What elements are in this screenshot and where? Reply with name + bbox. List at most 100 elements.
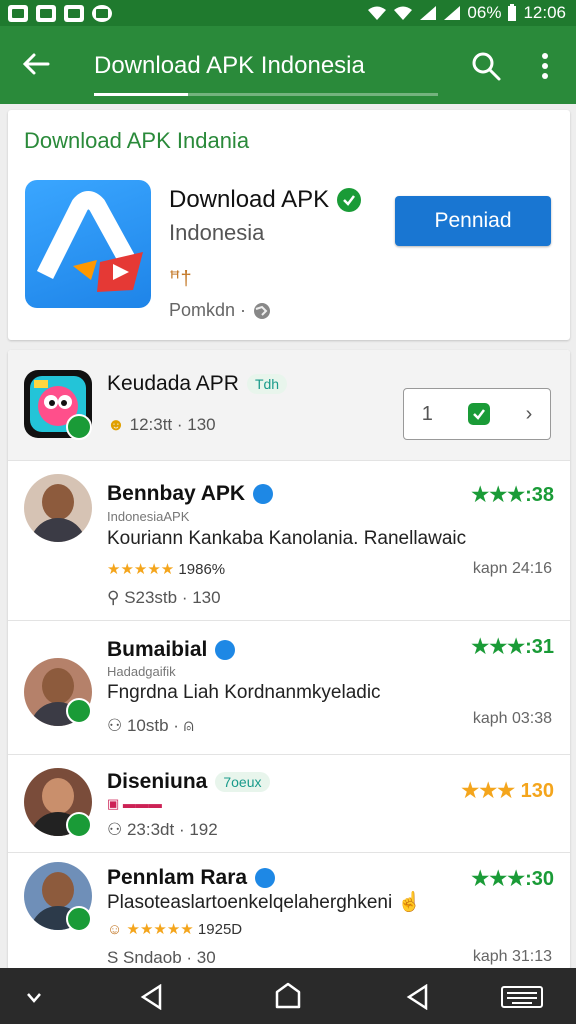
list-item[interactable]: Bennbay APK IndonesiaAPK Kouriann Kankab… [8,460,570,621]
install-button[interactable]: Penniad [395,196,551,246]
search-underline [94,93,438,96]
item-meta: ☻ 12:3tt · 130 [107,415,216,435]
item-side-meta: kaph 31:13 [472,948,552,965]
item-description: Kouriann Kankaba Kanolania. Ranellawaic [107,528,467,549]
item-meta-text: 10stb · [126,716,184,735]
signal-icon [444,6,461,20]
list-item[interactable]: Diseniuna 7oeux ▣ ▬▬▬ ⚇ 23:3dt · 192 ★★★… [8,754,570,853]
badge-icon [66,414,92,440]
app-subtitle: Indonesia [169,220,265,245]
item-meta: ▣ ▬▬▬ [107,796,162,811]
item-rating: ★★★:31 [471,636,554,658]
quantity-stepper[interactable]: 1 › [403,388,551,440]
list-item[interactable]: Pennlam Rara Plasoteaslartoenkelqelaherg… [8,852,570,970]
item-meta: ⚇ 23:3dt · 192 [107,820,218,840]
developer-name: Pomkdn · [169,300,247,320]
developer-line: Pomkdn · [169,300,272,321]
stepper-value: 1 [421,402,433,425]
item-title-text: Bennbay APK [107,482,246,505]
shield-notification-icon [92,4,112,22]
badge-icon [66,906,92,932]
user-small-icon: ⚇ [107,716,127,735]
item-meta: ⚲ S23stb · 130 [107,588,221,608]
app-name: Download APK [169,186,362,214]
verified-icon [253,484,274,504]
list-item[interactable]: Bumaibial Hadadgaifik Fngrdna Liah Kordn… [8,620,570,755]
item-description: Fngrdna Liah Kordnanmkyeladic [107,682,381,703]
featured-app-card[interactable]: Download APK Indania Download APK Indone… [8,110,570,340]
app-name-text: Download APK [169,186,330,213]
clip-icon: ⍝ [183,716,194,735]
app-bar: Download APK Indonesia [0,26,576,104]
star-rating-icon: ★★★★★ [126,921,194,938]
item-title: Keudada APR Tdh [107,372,288,396]
item-rating: ★★★:30 [471,868,554,890]
search-query[interactable]: Download APK Indonesia [94,52,365,80]
back-triangle-icon[interactable] [406,984,430,1010]
item-meta: S Sndaob · 30 [107,948,216,967]
chevron-down-icon[interactable] [26,992,42,1004]
chevron-right-icon[interactable]: › [526,403,533,426]
item-title-text: Bumaibial [107,638,208,661]
item-rating: ★★★ 130 [461,780,554,802]
item-title: Bennbay APK [107,482,274,506]
search-icon[interactable] [470,50,502,82]
battery-icon [508,4,517,21]
item-description-text: Plasoteaslartoenkelqelaherghkeni [107,892,393,913]
item-side-meta: kaph 03:38 [472,710,552,727]
system-navigation-bar [0,968,576,1024]
status-bar: 06% 12:06 [0,0,576,26]
back-triangle-icon[interactable] [140,984,164,1010]
notification-icon [8,4,28,22]
item-title-text: Diseniuna [107,770,208,793]
avatar [24,474,92,542]
apk-logo-icon [36,191,143,292]
app-meta-glyph: ꟸ† [169,268,192,290]
verified-icon [255,868,276,888]
item-title: Diseniuna 7oeux [107,770,270,794]
signal-icon [420,6,437,20]
wifi-icon [394,6,413,20]
app-icon[interactable] [25,180,151,308]
star-rating-icon: ★★★★★ [107,561,175,578]
item-title: Pennlam Rara [107,866,276,890]
item-side-meta: kapn 24:16 [472,560,552,577]
more-options-icon[interactable] [540,52,550,80]
keyboard-icon[interactable] [500,984,544,1010]
globe-icon [254,302,271,319]
image-notification-icon [36,4,56,22]
item-title-text: Pennlam Rara [107,866,248,889]
item-meta-text: S23stb · 130 [124,588,221,607]
item-rating: ★★★:38 [471,484,554,506]
item-meta-text: 23:3dt · 192 [126,820,218,839]
item-subtitle: IndonesiaAPK [107,509,190,524]
item-stars: ☺ ★★★★★ 1925D [107,920,242,938]
wifi-icon [368,6,387,20]
stars-value: 1986% [178,561,226,578]
home-icon[interactable] [274,982,302,1010]
emoji-icon: ☺ [107,921,123,938]
battery-percent: 06% [467,3,502,22]
item-title: Bumaibial [107,638,236,662]
clock: 12:06 [523,3,566,22]
item-tag: 7oeux [215,772,270,792]
item-description: Plasoteaslartoenkelqelaherghkeni ☝ [107,890,421,914]
back-arrow-icon[interactable] [20,48,52,80]
verified-icon [337,188,362,212]
search-small-icon: ⚲ [107,588,125,607]
stars-value: 1925D [197,921,243,938]
check-icon[interactable] [468,403,491,425]
list-item[interactable]: Keudada APR Tdh ☻ 12:3tt · 130 1 › [8,350,570,461]
hand-emoji-icon: ☝ [397,892,422,913]
item-stars: ★★★★★ 1986% [107,560,225,578]
item-meta-text: 12:3tt · 130 [129,415,216,434]
badge-icon [66,812,92,838]
app-list: Keudada APR Tdh ☻ 12:3tt · 130 1 › Bennb… [8,350,570,970]
item-subtitle: Hadadgaifik [107,664,176,679]
verified-icon [215,640,236,660]
section-title: Download APK Indania [24,128,250,153]
badge-icon [66,698,92,724]
item-meta: ⚇ 10stb · ⍝ [107,716,194,736]
app-notification-icon [64,4,84,22]
emoji-icon: ☻ [107,415,130,434]
